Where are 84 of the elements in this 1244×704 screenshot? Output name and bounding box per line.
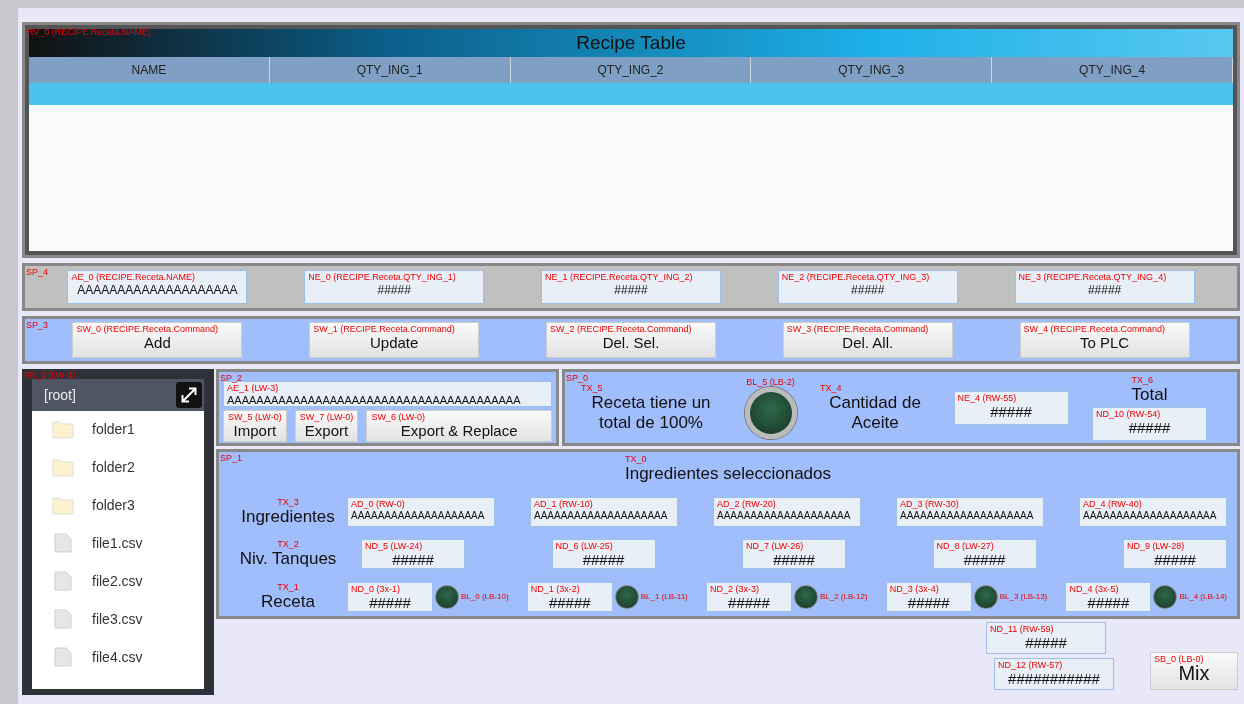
text-display: AD_0 (RW-0) AAAAAAAAAAAAAAAAAAAA: [347, 496, 495, 527]
file-icon: [52, 646, 74, 667]
number-display: ND_10 (RW-54) #####: [1092, 406, 1207, 441]
object-tag: BL_2 (LB-12): [819, 591, 868, 602]
total-label: Total: [1131, 384, 1168, 405]
input-field[interactable]: AE_0 (RECIPE.Receta.NAME) AAAAAAAAAAAAAAAAAAAA: [67, 270, 248, 304]
folder-icon: [52, 456, 74, 477]
file-item[interactable]: file4.csv: [92, 648, 143, 665]
panel-tag: SP_1: [220, 453, 243, 463]
folder-icon: [52, 418, 74, 439]
command-button[interactable]: SW_3 (RECIPE.Receta.Command) Del. All.: [782, 322, 953, 358]
file-item[interactable]: folder2: [92, 458, 135, 475]
section-title: Ingredientes seleccionados: [625, 464, 831, 484]
folder-icon: [52, 494, 74, 515]
row-label: Receta: [261, 591, 315, 612]
number-display: ND_9 (LW-28) #####: [1123, 539, 1227, 570]
panel-tag: SP_2: [220, 373, 243, 383]
object-tag: BL_5 (LB-2): [746, 376, 795, 387]
number-display: ND_5 (LW-24) #####: [361, 539, 465, 570]
file-item[interactable]: folder3: [92, 496, 135, 513]
file-icon: [52, 608, 74, 629]
file-button[interactable]: SW_7 (LW-0) Export: [294, 410, 359, 442]
text-display: AD_3 (RW-30) AAAAAAAAAAAAAAAAAAAA: [896, 496, 1044, 527]
file-button[interactable]: SW_6 (LW-0) Export & Replace: [366, 410, 552, 442]
number-display: ND_2 (3x-3) #####: [705, 581, 792, 612]
indicator-lamp: [793, 584, 818, 609]
number-display: ND_8 (LW-27) #####: [932, 539, 1037, 570]
file-item[interactable]: file1.csv: [92, 534, 143, 551]
expand-icon[interactable]: [176, 382, 202, 408]
panel-tag: SP_4: [26, 267, 49, 277]
text-display: AD_2 (RW-20) AAAAAAAAAAAAAAAAAAAA: [713, 496, 861, 527]
number-display: ND_7 (LW-26) #####: [742, 539, 846, 570]
object-tag: BL_0 (LB-10): [461, 591, 509, 602]
panel-tag: SP_3: [26, 320, 49, 330]
object-tag: FR_0 (LW-3): [24, 370, 76, 380]
input-field[interactable]: NE_1 (RECIPE.Receta.QTY_ING_2) #####: [541, 270, 721, 304]
input-field[interactable]: NE_4 (RW-55) #####: [953, 390, 1069, 425]
indicator-lamp: [973, 584, 998, 609]
object-tag: BL_1 (LB-11): [640, 591, 688, 602]
object-tag: TX_6: [1131, 374, 1168, 385]
root-label[interactable]: [root]: [44, 387, 76, 403]
file-button[interactable]: SW_5 (LW-0) Import: [223, 410, 287, 442]
object-tag: TX_3: [277, 496, 299, 507]
object-tag: BL_4 (LB-14): [1179, 591, 1227, 602]
number-display: ND_11 (RW-59) #####: [986, 622, 1106, 654]
object-tag: TX_2: [277, 539, 299, 550]
input-field[interactable]: NE_0 (RECIPE.Receta.QTY_ING_1) #####: [304, 270, 485, 304]
text-display: AD_4 (RW-40) AAAAAAAAAAAAAAAAAAAA: [1079, 496, 1227, 527]
status-message: Receta tiene un total de 100%: [591, 392, 712, 433]
row-label: Niv. Tanques: [239, 549, 337, 570]
command-button[interactable]: SW_4 (RECIPE.Receta.Command) To PLC: [1019, 322, 1190, 358]
number-display: ND_12 (RW-57) ###########: [994, 658, 1114, 690]
table-title: Recipe Table: [576, 32, 686, 54]
number-display: ND_0 (3x-1) #####: [347, 581, 433, 612]
file-item[interactable]: file3.csv: [92, 610, 143, 627]
indicator-lamp: [744, 386, 797, 439]
file-icon: [52, 570, 74, 591]
file-item[interactable]: file2.csv: [92, 572, 143, 589]
input-field[interactable]: NE_2 (RECIPE.Receta.QTY_ING_3) #####: [777, 270, 958, 304]
indicator-lamp: [435, 584, 459, 609]
number-display: ND_6 (LW-25) #####: [551, 539, 656, 570]
file-icon: [52, 532, 74, 553]
oil-label: Cantidad de Aceite: [829, 392, 922, 433]
object-tag: RV_0 (RECIPE.Receta.NAME): [27, 27, 151, 37]
command-button[interactable]: SW_1 (RECIPE.Receta.Command) Update: [309, 322, 480, 358]
number-display: ND_1 (3x-2) #####: [526, 581, 613, 612]
object-tag: TX_5: [581, 382, 721, 393]
row-label: Ingredientes: [241, 506, 335, 527]
text-display: AD_1 (RW-10) AAAAAAAAAAAAAAAAAAAA: [530, 496, 678, 527]
indicator-lamp: [614, 584, 639, 609]
command-button[interactable]: SW_2 (RECIPE.Receta.Command) Del. Sel.: [546, 322, 716, 358]
input-field[interactable]: AE_1 (LW-3) AAAAAAAAAAAAAAAAAAAAAAAAAAAAAAAAAAAAAAAA: [223, 381, 552, 407]
object-tag: TX_1: [277, 581, 299, 592]
object-tag: TX_0: [625, 454, 647, 464]
panel-tag: SP_0: [566, 373, 589, 383]
file-item[interactable]: folder1: [92, 420, 135, 437]
object-tag: TX_4: [820, 382, 930, 393]
mix-button[interactable]: SB_0 (LB-0) Mix: [1150, 652, 1238, 690]
input-field[interactable]: NE_3 (RECIPE.Receta.QTY_ING_4) #####: [1014, 270, 1195, 304]
number-display: ND_3 (3x-4) #####: [885, 581, 972, 612]
command-button[interactable]: SW_0 (RECIPE.Receta.Command) Add: [72, 322, 243, 358]
object-tag: BL_3 (LB-13): [999, 591, 1048, 602]
indicator-lamp: [1153, 584, 1178, 609]
number-display: ND_4 (3x-5) #####: [1065, 581, 1152, 612]
